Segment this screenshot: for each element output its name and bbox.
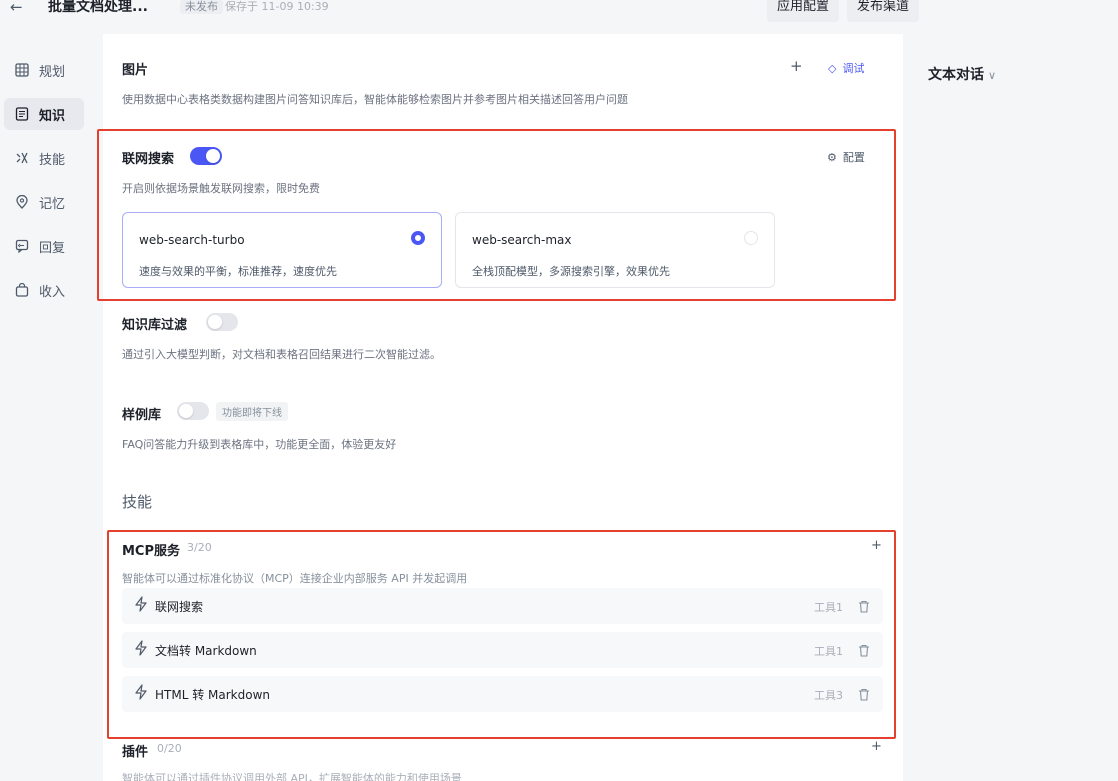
conversation-mode-label: 文本对话 [928,67,984,83]
sample-lib-desc: FAQ问答能力升级到表格库中，功能更全面，体验更友好 [122,438,397,451]
bag-icon [14,282,30,298]
nav-item-skills[interactable]: 技能 [4,142,84,174]
nav-item-knowledge[interactable]: 知识 [4,98,84,130]
nav-item-income[interactable]: 收入 [4,274,84,306]
plugins-count: 0/20 [157,742,182,755]
nav-item-plan[interactable]: 规划 [4,54,84,86]
nav-label: 知识 [39,108,66,124]
highlight-frame-web-search [97,129,896,301]
sparkle-icon: ◇ [828,62,837,75]
nav-label: 技能 [39,152,66,168]
plus-icon[interactable]: + [871,739,882,754]
sample-lib-toggle[interactable] [177,402,209,420]
publish-status-badge: 未发布 [180,0,223,14]
kb-filter-toggle[interactable] [206,313,238,331]
kb-filter-desc: 通过引入大模型判断，对文档和表格召回结果进行二次智能过滤。 [122,348,441,361]
top-bar: ← 批量文档处理... 未发布 保存于 11-09 10:39 应用配置 发布渠… [0,0,1118,34]
nav-label: 记忆 [39,196,66,212]
saved-timestamp: 保存于 11-09 10:39 [225,0,329,13]
reply-icon [14,238,30,254]
publish-channel-button[interactable]: 发布渠道 [847,0,920,22]
skill-icon [14,150,30,166]
app-title: 批量文档处理... [48,0,148,15]
plus-icon[interactable]: + [790,57,803,75]
memory-icon [14,194,30,210]
kb-filter-title: 知识库过滤 [122,318,188,333]
highlight-frame-mcp [107,530,896,739]
debug-button[interactable]: ◇ 调试 [828,60,864,76]
arrow-left-icon[interactable]: ← [10,0,23,15]
conversation-mode-dropdown[interactable]: 文本对话 ∨ [928,64,996,84]
image-section-title: 图片 [122,63,149,78]
image-section-desc: 使用数据中心表格类数据构建图片问答知识库后，智能体能够检索图片并参考图片相关描述… [122,93,628,106]
nav-item-reply[interactable]: 回复 [4,230,84,262]
app-config-button[interactable]: 应用配置 [767,0,840,22]
chevron-down-icon: ∨ [988,69,997,82]
right-panel: 文本对话 ∨ [903,34,1118,781]
skills-heading: 技能 [122,493,153,511]
plugins-title: 插件 [122,745,149,760]
nav-label: 收入 [39,284,66,300]
grid-icon [14,62,30,78]
nav-item-memory[interactable]: 记忆 [4,186,84,218]
sample-lib-title: 样例库 [122,408,162,423]
book-icon [14,106,30,122]
plugins-desc: 智能体可以通过插件协议调用外部 API，扩展智能体的能力和使用场景 [122,772,462,781]
nav-label: 回复 [39,240,66,256]
nav-label: 规划 [39,64,66,80]
deprecation-tag: 功能即将下线 [216,402,288,421]
